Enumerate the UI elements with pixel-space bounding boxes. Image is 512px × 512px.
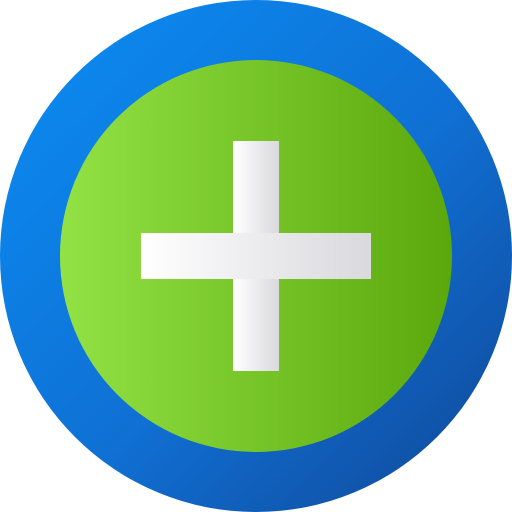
add-plus-icon[interactable] [0,0,512,512]
add-icon-canvas [0,0,512,512]
plus-horizontal-bar [141,233,371,279]
